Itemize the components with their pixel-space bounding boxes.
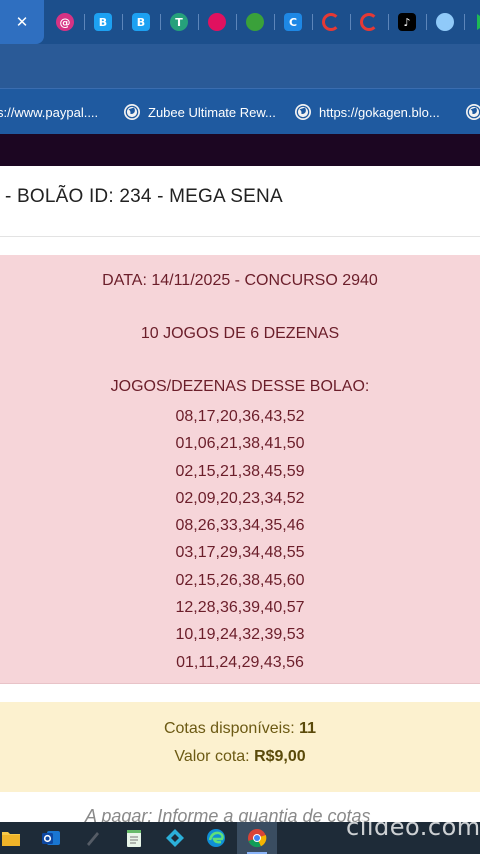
- tab-separator: [388, 14, 389, 30]
- browser-tab[interactable]: [236, 0, 274, 44]
- chrome-icon[interactable]: [246, 827, 268, 849]
- browser-tab[interactable]: [312, 0, 350, 44]
- game-row: 08,17,20,36,43,52: [175, 408, 305, 425]
- games-count-line: 10 JOGOS DE 6 DEZENAS: [140, 325, 340, 342]
- browser-tab[interactable]: [464, 0, 480, 44]
- active-tab[interactable]: ✕: [0, 0, 44, 44]
- kodi-icon[interactable]: [164, 827, 186, 849]
- game-row: 08,26,33,34,35,46: [175, 517, 305, 535]
- green-circle-icon: [246, 13, 264, 31]
- bitcoin-icon: B: [94, 13, 112, 31]
- browser-tab[interactable]: [350, 0, 388, 44]
- bookmark-gokagen[interactable]: https://gokagen.blo...: [295, 89, 440, 135]
- tab-separator: [312, 14, 313, 30]
- tab-separator: [122, 14, 123, 30]
- game-row: 02,15,26,38,45,60: [175, 571, 305, 589]
- game-row: 02,15,21,38,45,59: [175, 462, 305, 480]
- bookmark-label: s://www.paypal....: [0, 104, 99, 120]
- outlook-icon[interactable]: [40, 827, 62, 849]
- tab-separator: [198, 14, 199, 30]
- tab-separator: [350, 14, 351, 30]
- c-icon: C: [284, 13, 302, 31]
- spacer: [0, 237, 480, 255]
- available-value: 11: [299, 720, 317, 737]
- tab-separator: [84, 14, 85, 30]
- quota-price: Valor cota: R$9,00: [0, 748, 480, 766]
- quota-box: Cotas disponíveis: 11 Valor cota: R$9,00: [0, 702, 480, 793]
- spacer: [0, 684, 480, 702]
- browser-tab-strip: ✕ @ B B T C ♪: [0, 0, 480, 44]
- date-contest-line: DATA: 14/11/2025 - CONCURSO 2940: [102, 272, 378, 289]
- tab-separator: [236, 14, 237, 30]
- tab-separator: [464, 14, 465, 30]
- browser-tab[interactable]: T: [160, 0, 198, 44]
- bookmark-label: https://gokagen.blo...: [319, 104, 440, 120]
- address-bar-area[interactable]: [0, 44, 480, 88]
- game-row: 01,11,24,29,43,56: [176, 653, 304, 671]
- game-row: 01,06,21,38,41,50: [175, 435, 305, 453]
- tiktok-icon: ♪: [398, 13, 416, 31]
- tab-separator: [274, 14, 275, 30]
- title-section: - BOLÃO ID: 234 - MEGA SENA: [0, 166, 480, 237]
- watermark-text: clideo.com: [346, 813, 480, 841]
- tab-separator: [426, 14, 427, 30]
- price-value: R$9,00: [254, 748, 306, 765]
- ruby-icon: [208, 13, 226, 31]
- browser-tab[interactable]: C: [274, 0, 312, 44]
- browser-tab[interactable]: B: [84, 0, 122, 44]
- bird-icon: [436, 13, 454, 31]
- browser-tab[interactable]: [426, 0, 464, 44]
- bookmark-paypal[interactable]: s://www.paypal....: [0, 89, 98, 135]
- red-arc-icon: [360, 13, 378, 31]
- edge-icon[interactable]: [205, 827, 227, 849]
- file-explorer-icon[interactable]: [0, 827, 22, 849]
- globe-icon: [124, 104, 140, 120]
- game-row: 10,19,24,32,39,53: [175, 626, 305, 644]
- games-header: JOGOS/DEZENAS DESSE BOLAO:: [110, 378, 370, 395]
- bookmark-label: Zubee Ultimate Rew...: [148, 104, 276, 120]
- bookmark-more[interactable]: [466, 89, 480, 135]
- game-row: 02,09,20,23,34,52: [175, 489, 305, 507]
- close-icon[interactable]: ✕: [16, 13, 29, 31]
- game-row: 03,17,29,34,48,55: [175, 544, 305, 562]
- globe-icon: [466, 104, 480, 120]
- games-list: 08,17,20,36,43,52 01,06,21,38,41,50 02,15,…: [0, 403, 480, 676]
- notepad-icon[interactable]: [123, 827, 145, 849]
- at-sign-icon: @: [56, 13, 74, 31]
- available-quotas: Cotas disponíveis: 11: [0, 720, 480, 738]
- browser-tab[interactable]: B: [122, 0, 160, 44]
- bolao-info-box: DATA: 14/11/2025 - CONCURSO 2940 10 JOGO…: [0, 255, 480, 684]
- game-row: 12,28,36,39,40,57: [175, 599, 305, 617]
- globe-icon: [295, 104, 311, 120]
- browser-tab[interactable]: [198, 0, 236, 44]
- browser-tab[interactable]: @: [46, 0, 84, 44]
- site-header: [0, 134, 480, 166]
- tab-separator: [160, 14, 161, 30]
- red-arc-icon: [322, 13, 340, 31]
- bookmark-zubee[interactable]: Zubee Ultimate Rew...: [124, 89, 276, 135]
- page-title: - BOLÃO ID: 234 - MEGA SENA: [5, 186, 283, 207]
- browser-tab[interactable]: ♪: [388, 0, 426, 44]
- price-label: Valor cota:: [174, 748, 250, 765]
- bitcoin-icon: B: [132, 13, 150, 31]
- available-label: Cotas disponíveis:: [163, 720, 295, 737]
- payment-prompt: A pagar: Informe a quantia de cotas: [85, 806, 371, 822]
- bookmarks-bar: s://www.paypal.... Zubee Ultimate Rew...…: [0, 88, 480, 135]
- tether-icon: T: [170, 13, 188, 31]
- pen-icon[interactable]: [82, 827, 104, 849]
